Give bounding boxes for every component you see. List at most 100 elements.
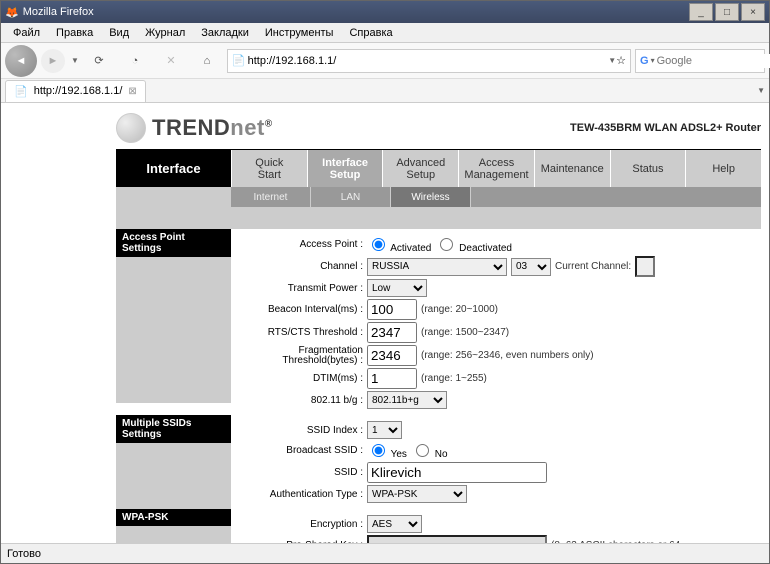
reload-button[interactable]: ⟳: [83, 47, 115, 75]
hint-rts: (range: 1500~2347): [421, 327, 509, 338]
hint-dtim: (range: 1~255): [421, 373, 487, 384]
input-ssid[interactable]: [367, 462, 547, 483]
label-80211: 802.11 b/g :: [237, 395, 367, 406]
brand-net: net: [230, 115, 265, 140]
input-beacon[interactable]: [367, 299, 417, 320]
label-dtim: DTIM(ms) :: [237, 373, 367, 384]
logo-globe-icon: [116, 113, 146, 143]
navbar: ◄ ► ▼ ⟳ ◔ ✕ ⌂ 📄 ▼ ☆ G ▾ 🔍: [1, 43, 769, 79]
select-channel-num[interactable]: 03: [511, 258, 551, 276]
section-title-wpa: WPA-PSK: [116, 509, 231, 526]
url-dropdown[interactable]: ▼: [608, 56, 616, 65]
select-channel-region[interactable]: RUSSIA: [367, 258, 507, 276]
url-bar[interactable]: 📄 ▼ ☆: [227, 49, 631, 73]
subnav-lan[interactable]: LAN: [311, 187, 391, 207]
search-input[interactable]: [655, 54, 770, 68]
label-auth-type: Authentication Type :: [237, 489, 367, 500]
input-rts[interactable]: [367, 322, 417, 343]
model-label: TEW-435BRM WLAN ADSL2+ Router: [570, 122, 761, 134]
brand-reg: ®: [265, 119, 273, 130]
firefox-icon: 🦊: [5, 6, 19, 19]
logo: TRENDnet®: [116, 113, 273, 143]
tab-title: http://192.168.1.1/: [34, 85, 123, 97]
select-encryption[interactable]: AES: [367, 515, 422, 533]
label-ssid: SSID :: [237, 467, 367, 478]
home-button[interactable]: ⌂: [191, 47, 223, 75]
history-dropdown[interactable]: ▼: [71, 56, 79, 65]
status-text: Готово: [7, 548, 41, 560]
hint-frag: (range: 256~2346, even numbers only): [421, 350, 594, 361]
search-engine-icon[interactable]: G: [640, 55, 649, 67]
search-bar[interactable]: G ▾ 🔍: [635, 49, 765, 73]
label-frag: Fragmentation Threshold(bytes) :: [237, 346, 367, 366]
menu-history[interactable]: Журнал: [137, 27, 193, 39]
history-icon[interactable]: ◔: [119, 47, 151, 75]
tabbar: 📄 http://192.168.1.1/ ⊠ ▼: [1, 79, 769, 103]
url-input[interactable]: [246, 54, 607, 68]
maximize-button[interactable]: □: [715, 3, 739, 21]
hint-beacon: (range: 20~1000): [421, 304, 498, 315]
forward-button[interactable]: ►: [41, 49, 65, 73]
page-icon: 📄: [232, 54, 246, 67]
tab-page-icon: 📄: [14, 85, 28, 98]
statusbar: Готово: [1, 543, 769, 563]
nav-interface[interactable]: Interface: [116, 150, 231, 187]
nav-status[interactable]: Status: [610, 150, 686, 187]
input-dtim[interactable]: [367, 368, 417, 389]
firefox-window: 🦊 Mozilla Firefox _ □ × Файл Правка Вид …: [0, 0, 770, 564]
browser-tab[interactable]: 📄 http://192.168.1.1/ ⊠: [5, 80, 146, 102]
window-title: Mozilla Firefox: [23, 6, 94, 18]
label-channel: Channel :: [237, 261, 367, 272]
tab-list-button[interactable]: ▼: [757, 86, 765, 95]
content-area: TRENDnet® TEW-435BRM WLAN ADSL2+ Router …: [1, 103, 769, 543]
stop-button[interactable]: ✕: [155, 47, 187, 75]
select-tx-power[interactable]: Low: [367, 279, 427, 297]
nav-quick-start[interactable]: Quick Start: [231, 150, 307, 187]
section-title-ssid: Multiple SSIDs Settings: [116, 415, 231, 443]
label-encryption: Encryption :: [237, 519, 367, 530]
label-current-channel: Current Channel:: [555, 261, 631, 272]
label-beacon: Beacon Interval(ms) :: [237, 304, 367, 315]
input-current-channel: [635, 256, 655, 277]
label-access-point: Access Point :: [237, 239, 367, 250]
nav-advanced-setup[interactable]: Advanced Setup: [382, 150, 458, 187]
menu-edit[interactable]: Правка: [48, 27, 101, 39]
menu-tools[interactable]: Инструменты: [257, 27, 342, 39]
select-auth-type[interactable]: WPA-PSK: [367, 485, 467, 503]
section-ssid: Multiple SSIDs Settings SSID Index : 1 B…: [116, 415, 761, 509]
menu-help[interactable]: Справка: [341, 27, 400, 39]
nav-help[interactable]: Help: [685, 150, 761, 187]
label-tx-power: Transmit Power :: [237, 283, 367, 294]
router-page: TRENDnet® TEW-435BRM WLAN ADSL2+ Router …: [116, 103, 761, 543]
input-frag[interactable]: [367, 345, 417, 366]
star-icon[interactable]: ☆: [616, 54, 626, 67]
radio-ap-activated[interactable]: Activated: [367, 235, 431, 254]
minimize-button[interactable]: _: [689, 3, 713, 21]
nav-maintenance[interactable]: Maintenance: [534, 150, 610, 187]
radio-broadcast-yes[interactable]: Yes: [367, 441, 407, 460]
subnav-wireless[interactable]: Wireless: [391, 187, 471, 207]
titlebar: 🦊 Mozilla Firefox _ □ ×: [1, 1, 769, 23]
select-ssid-index[interactable]: 1: [367, 421, 402, 439]
label-broadcast-ssid: Broadcast SSID :: [237, 445, 367, 456]
second-nav: Internet LAN Wireless: [116, 187, 761, 207]
menu-file[interactable]: Файл: [5, 27, 48, 39]
brand-trend: TREND: [152, 115, 230, 140]
close-button[interactable]: ×: [741, 3, 765, 21]
nav-access-mgmt[interactable]: Access Management: [458, 150, 534, 187]
select-80211-mode[interactable]: 802.11b+g: [367, 391, 447, 409]
subnav-internet[interactable]: Internet: [231, 187, 311, 207]
tab-close-icon[interactable]: ⊠: [128, 86, 136, 97]
radio-ap-deactivated[interactable]: Deactivated: [435, 235, 512, 254]
nav-interface-setup[interactable]: Interface Setup: [307, 150, 383, 187]
menubar: Файл Правка Вид Журнал Закладки Инструме…: [1, 23, 769, 43]
section-access-point: Access Point Settings Access Point : Act…: [116, 229, 761, 415]
menu-view[interactable]: Вид: [101, 27, 137, 39]
menu-bookmarks[interactable]: Закладки: [193, 27, 257, 39]
radio-broadcast-no[interactable]: No: [411, 441, 448, 460]
input-psk[interactable]: [367, 535, 547, 543]
section-wpa: WPA-PSK Encryption : AES Pre-Shared Key …: [116, 509, 761, 543]
label-rts: RTS/CTS Threshold :: [237, 327, 367, 338]
back-button[interactable]: ◄: [5, 45, 37, 77]
top-nav: Interface Quick Start Interface Setup Ad…: [116, 149, 761, 187]
